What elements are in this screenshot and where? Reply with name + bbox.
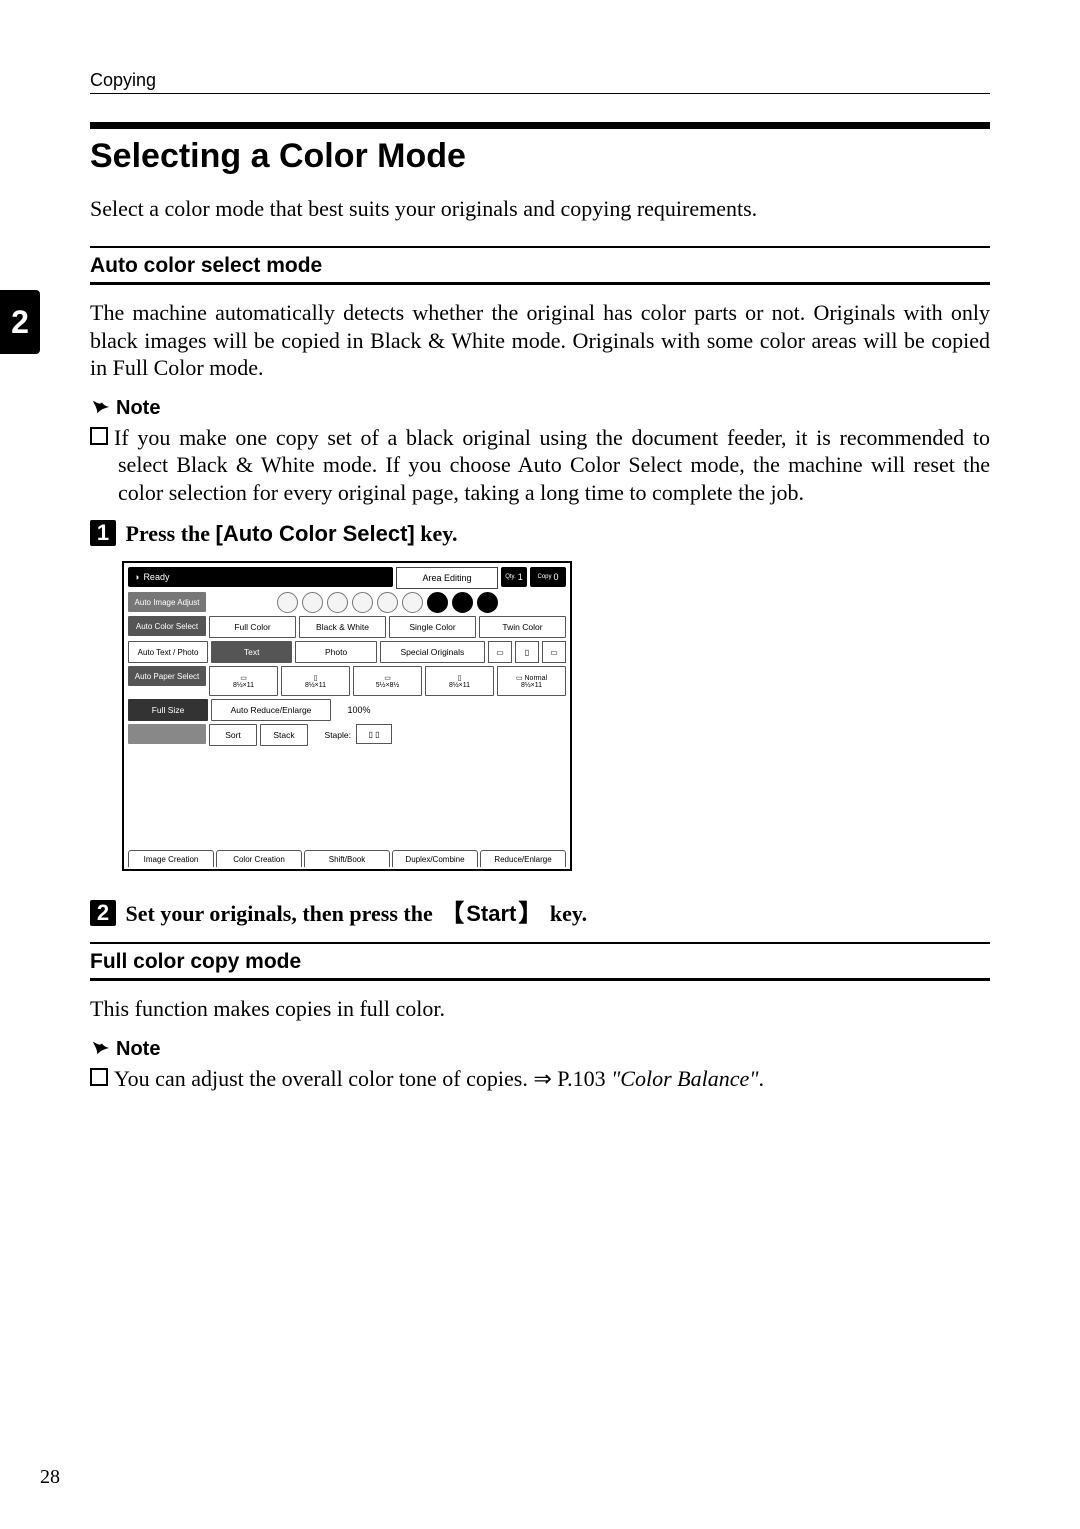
density-dot[interactable] — [452, 592, 473, 613]
area-editing-button[interactable]: Area Editing — [396, 567, 498, 589]
note-heading: Note — [90, 1037, 990, 1061]
note-label: Note — [116, 1038, 160, 1060]
paper-tray-button[interactable]: ▭5½×8½ — [353, 666, 422, 696]
color-mode-button[interactable]: Twin Color — [479, 616, 566, 638]
orientation-icon[interactable]: ▭ — [488, 641, 512, 663]
finishing-label — [128, 724, 206, 744]
panel-status: ◑ Ready — [128, 567, 393, 587]
density-dot[interactable] — [302, 592, 323, 613]
panel-bottom-tabs: Image CreationColor CreationShift/BookDu… — [128, 850, 566, 867]
density-dot[interactable] — [427, 592, 448, 613]
color-mode-button[interactable]: Full Color — [209, 616, 296, 638]
step-badge-1: 1 — [90, 520, 116, 546]
original-type-button[interactable]: Special Originals — [380, 641, 485, 663]
stack-button[interactable]: Stack — [260, 724, 308, 746]
section-rule — [90, 246, 990, 248]
panel-tab[interactable]: Duplex/Combine — [392, 850, 478, 867]
density-dot[interactable] — [327, 592, 348, 613]
auto-reduce-enlarge-button[interactable]: Auto Reduce/Enlarge — [211, 699, 331, 721]
note-label: Note — [116, 397, 160, 419]
auto-text-photo-button[interactable]: Auto Text / Photo — [128, 641, 208, 663]
sort-button[interactable]: Sort — [209, 724, 257, 746]
section-rule — [90, 978, 990, 981]
section-title-full: Full color copy mode — [90, 950, 990, 974]
page-number: 28 — [40, 1466, 60, 1489]
intro-text: Select a color mode that best suits your… — [90, 196, 990, 222]
full-size-button[interactable]: Full Size — [128, 699, 208, 721]
running-head: Copying — [90, 70, 990, 94]
note-text-post: . — [758, 1066, 764, 1091]
section-rule — [90, 282, 990, 285]
density-dot[interactable] — [477, 592, 498, 613]
ratio-display: 100% — [334, 699, 384, 721]
panel-tab[interactable]: Image Creation — [128, 850, 214, 867]
note-icon — [90, 396, 112, 418]
step2-lead: Set your originals, then press the — [126, 901, 439, 926]
color-mode-button[interactable]: Single Color — [389, 616, 476, 638]
rule-heavy — [90, 122, 990, 129]
close-bracket-icon: 】 — [516, 900, 544, 927]
page-title: Selecting a Color Mode — [90, 137, 990, 176]
auto-paper-select-button[interactable]: Auto Paper Select — [128, 666, 206, 686]
density-dot[interactable] — [277, 592, 298, 613]
density-dot[interactable] — [352, 592, 373, 613]
auto-color-select-button[interactable]: Auto Color Select — [128, 616, 206, 636]
step-badge-2: 2 — [90, 900, 116, 926]
note-item-full: You can adjust the overall color tone of… — [90, 1065, 990, 1093]
section-title-auto: Auto color select mode — [90, 254, 990, 278]
step-1: 1 Press the [Auto Color Select] key. — [90, 520, 990, 547]
paper-tray-button[interactable]: ▭ Normal8½×11 — [497, 666, 566, 696]
step2-key: Start — [466, 901, 516, 926]
note-text-pre: You can adjust the overall color tone of… — [114, 1066, 611, 1091]
note-item-auto: If you make one copy set of a black orig… — [90, 424, 990, 507]
density-dot[interactable] — [377, 592, 398, 613]
full-body: This function makes copies in full color… — [90, 995, 990, 1023]
panel-tab[interactable]: Shift/Book — [304, 850, 390, 867]
panel-tab[interactable]: Reduce/Enlarge — [480, 850, 566, 867]
original-type-button[interactable]: Text — [211, 641, 292, 663]
copier-panel-figure: ◑ Ready Area Editing Qty.1 Copy0 Auto Im… — [122, 561, 572, 871]
qty-display: Qty.1 — [501, 567, 527, 587]
orientation-icon[interactable]: ▭ — [542, 641, 566, 663]
section-rule — [90, 942, 990, 944]
step2-tail: key. — [544, 901, 587, 926]
panel-tab[interactable]: Color Creation — [216, 850, 302, 867]
paper-tray-button[interactable]: ▭8½×11 — [209, 666, 278, 696]
note-text: If you make one copy set of a black orig… — [114, 425, 990, 505]
step1-tail: key. — [415, 521, 458, 546]
note-icon — [90, 1037, 112, 1059]
step1-lead: Press the — [126, 521, 216, 546]
copier-panel: ◑ Ready Area Editing Qty.1 Copy0 Auto Im… — [122, 561, 572, 871]
paper-tray-button[interactable]: ▯8½×11 — [425, 666, 494, 696]
staple-option-button[interactable]: ▯ ▯ — [356, 724, 392, 744]
note-heading: Note — [90, 396, 990, 420]
density-scale[interactable] — [209, 592, 566, 613]
paper-tray-button[interactable]: ▯8½×11 — [281, 666, 350, 696]
checkbox-icon — [90, 427, 108, 445]
staple-label: Staple: — [311, 724, 353, 746]
step1-key: [Auto Color Select] — [216, 521, 415, 546]
step-2: 2 Set your originals, then press the 【St… — [90, 893, 990, 928]
density-dot[interactable] — [402, 592, 423, 613]
open-bracket-icon: 【 — [438, 900, 466, 927]
orientation-icon[interactable]: ▯ — [515, 641, 539, 663]
color-mode-button[interactable]: Black & White — [299, 616, 386, 638]
auto-body: The machine automatically detects whethe… — [90, 299, 990, 382]
auto-image-adjust-button[interactable]: Auto Image Adjust — [128, 592, 206, 612]
original-type-button[interactable]: Photo — [295, 641, 376, 663]
checkbox-icon — [90, 1068, 108, 1086]
cross-reference: "Color Balance" — [611, 1066, 758, 1091]
copy-count-display: Copy0 — [530, 567, 566, 587]
